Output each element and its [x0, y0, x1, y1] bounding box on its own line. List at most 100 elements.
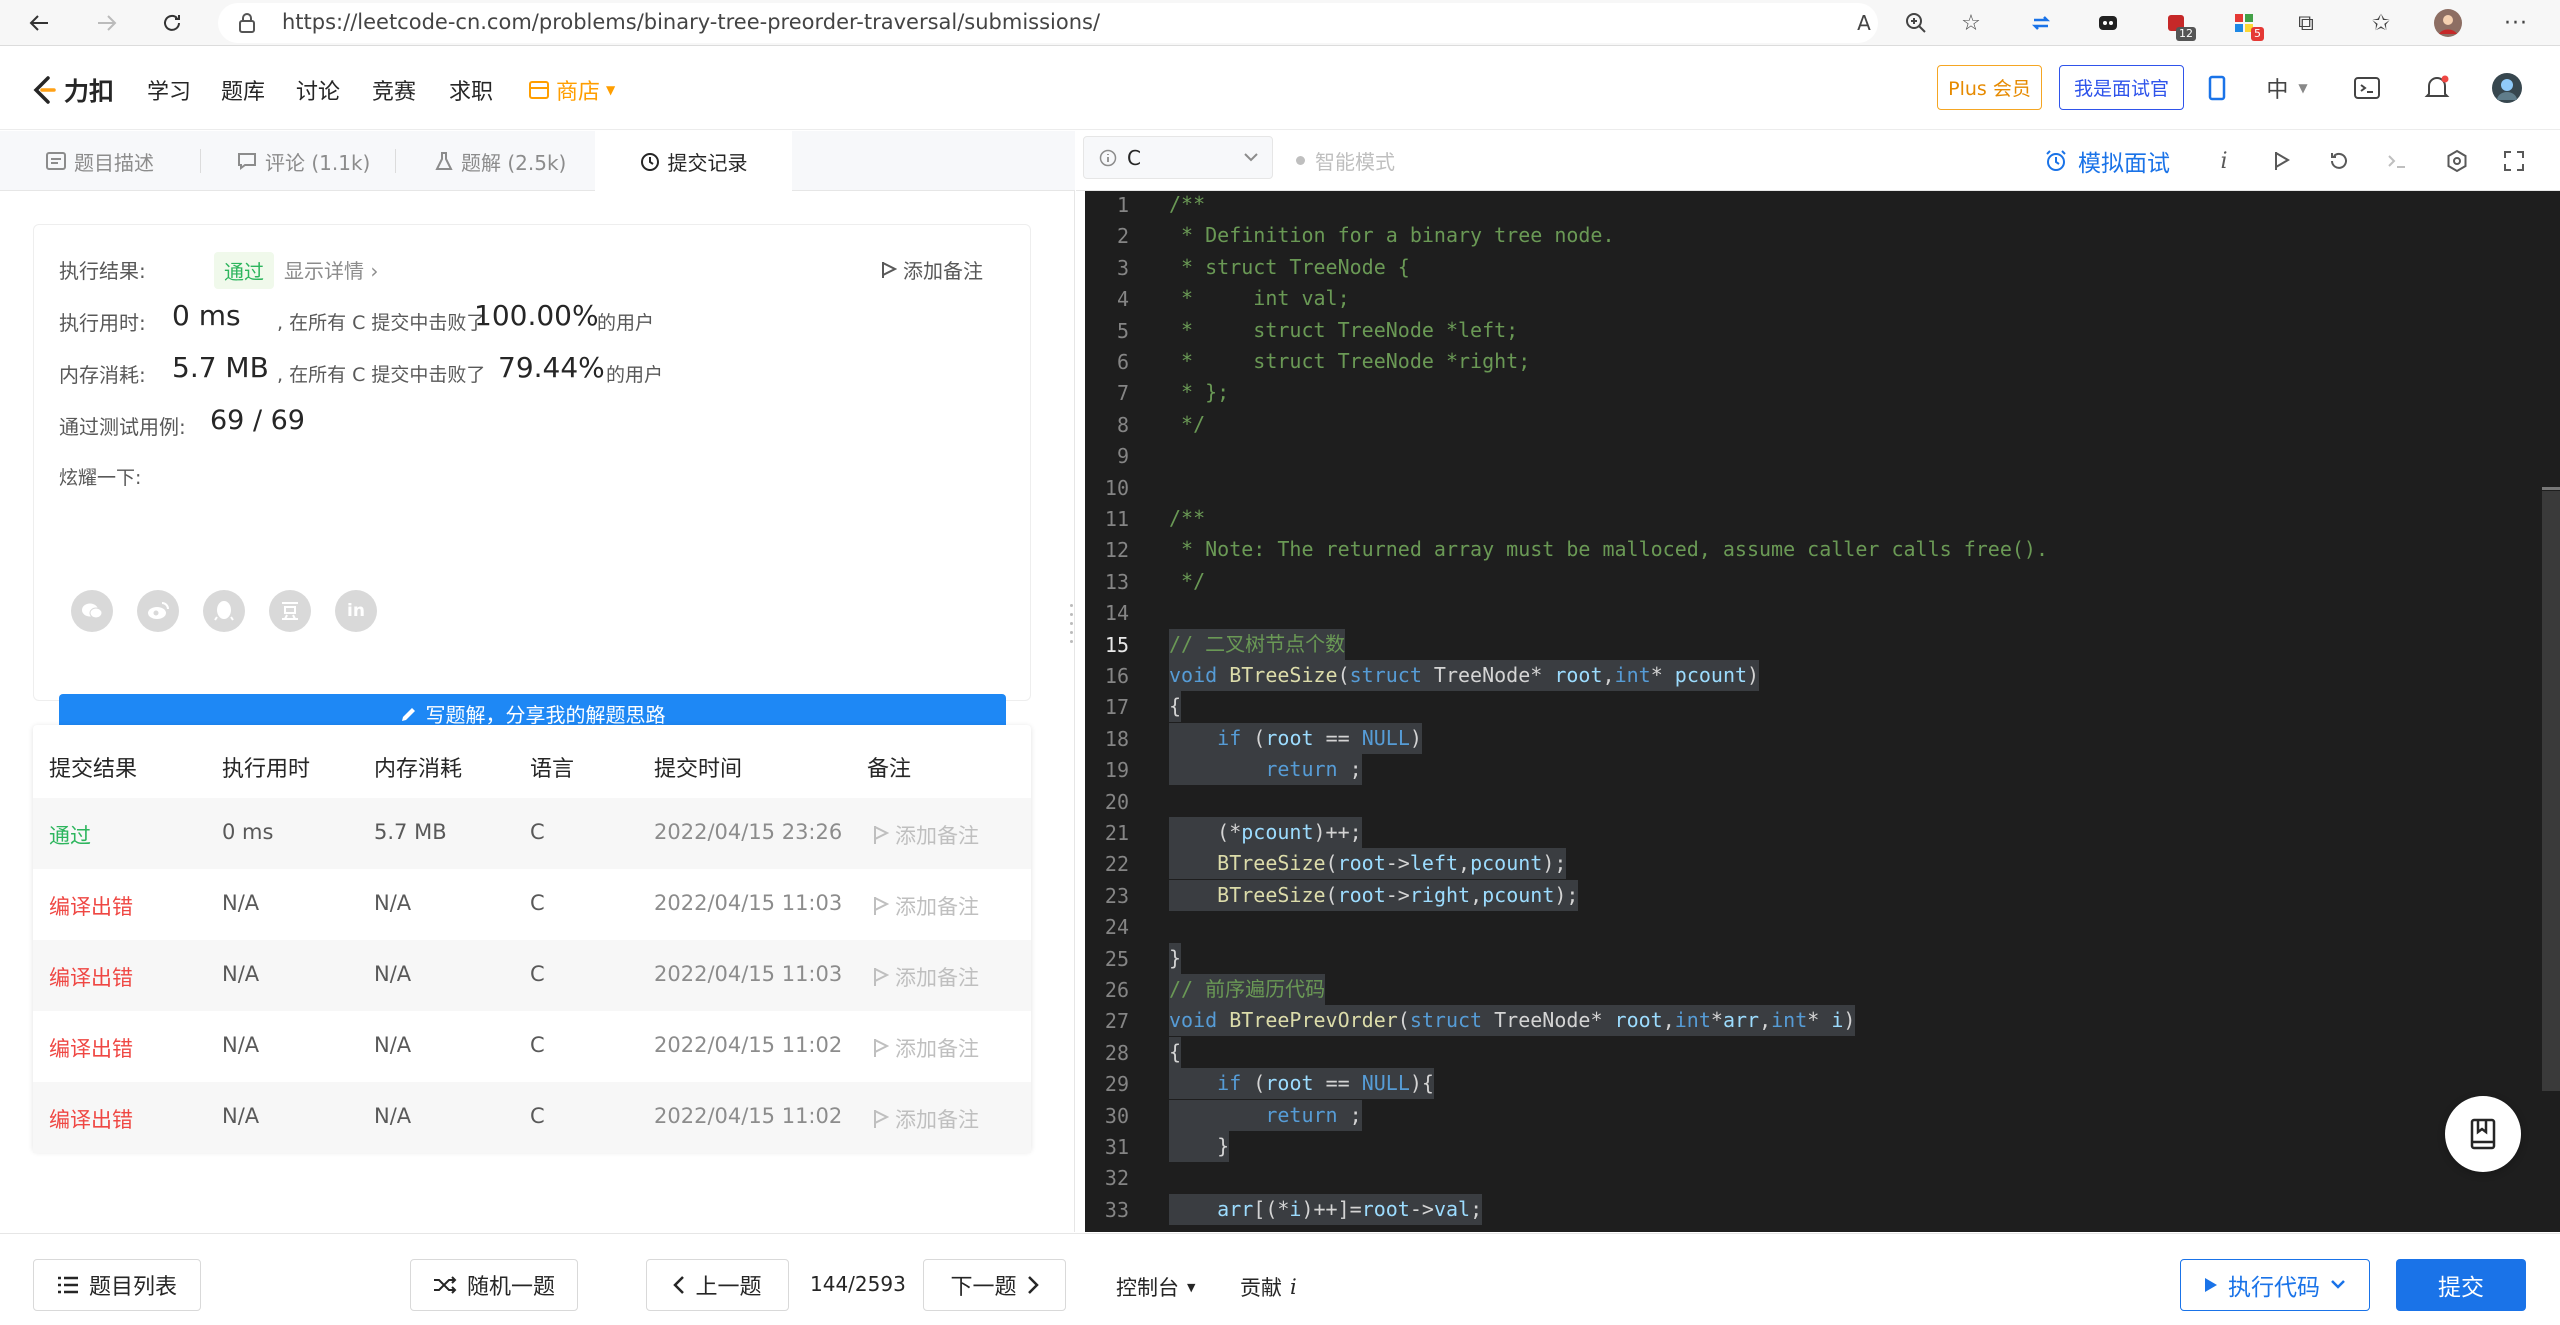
code-line[interactable]: * Definition for a binary tree node. [1169, 220, 1615, 251]
more-icon[interactable]: ··· [2500, 7, 2532, 39]
run-code-button[interactable]: 执行代码 [2180, 1259, 2370, 1311]
code-line[interactable]: { [1169, 1036, 1182, 1068]
back-icon[interactable] [22, 6, 56, 40]
profile-avatar-icon[interactable] [2432, 7, 2464, 39]
interviewer-button[interactable]: 我是面试官 [2059, 65, 2184, 110]
code-line[interactable]: /** [1169, 191, 1205, 220]
nav-discuss[interactable]: 讨论 [296, 74, 340, 106]
code-line[interactable]: * Note: The returned array must be mallo… [1169, 534, 2048, 565]
favorite-add-icon[interactable]: ☆ [1955, 7, 1987, 39]
row-status[interactable]: 编译出错 [49, 891, 133, 921]
bell-icon[interactable] [2420, 71, 2454, 105]
code-line[interactable]: * struct TreeNode *right; [1169, 346, 1530, 377]
add-note-button[interactable]: 添加备注 [881, 255, 983, 284]
logo[interactable]: 力扣 [30, 72, 114, 108]
code-line[interactable]: * struct TreeNode { [1169, 252, 1410, 283]
code-line[interactable]: return ; [1169, 1099, 1362, 1131]
language-switch[interactable]: 中 ▼ [2252, 71, 2322, 105]
code-line[interactable]: // 前序遍历代码 [1169, 974, 1326, 1005]
code-line[interactable] [1169, 786, 1181, 817]
console-toggle[interactable]: 控制台 ▼ [1116, 1272, 1195, 1302]
wechat-icon[interactable] [71, 590, 113, 632]
code-line[interactable]: */ [1169, 566, 1205, 597]
code-line[interactable]: arr[(*i)++]=root->val; [1169, 1193, 1483, 1225]
nav-problems[interactable]: 题库 [221, 74, 265, 106]
prev-problem-button[interactable]: 上一题 [646, 1259, 789, 1311]
code-line[interactable]: void BTreeSize(struct TreeNode* root,int… [1169, 660, 1760, 691]
extension-sync-icon[interactable] [2025, 7, 2057, 39]
reload-icon[interactable] [155, 6, 189, 40]
code-line[interactable]: * }; [1169, 377, 1229, 408]
table-row[interactable]: 编译出错 N/A N/A C 2022/04/15 11:03 添加备注 [33, 869, 1031, 940]
mock-interview-button[interactable]: 模拟面试 [2044, 144, 2170, 178]
code-editor[interactable]: 1 2 3 4 5 6 7 8 9 10 11 12 13 14 15 16 17 18 19 20 21 22 23 24 2… [1085, 191, 2560, 1232]
panel-resize-handle[interactable] [1068, 598, 1074, 678]
code-line[interactable] [1169, 911, 1181, 942]
row-add-note-button[interactable]: 添加备注 [873, 1104, 979, 1134]
code-line[interactable]: return ; [1169, 754, 1362, 786]
run-flag-icon[interactable] [2266, 145, 2298, 177]
row-status[interactable]: 通过 [49, 820, 91, 850]
nav-learn[interactable]: 学习 [147, 74, 191, 106]
extension-game-icon[interactable] [2092, 7, 2124, 39]
console-prompt-icon[interactable] [2381, 145, 2413, 177]
tab-description[interactable]: 题目描述 [46, 131, 154, 191]
row-status[interactable]: 编译出错 [49, 1104, 133, 1134]
nav-store[interactable]: 商店 ▼ [528, 74, 615, 106]
forward-icon[interactable] [90, 6, 124, 40]
random-problem-button[interactable]: 随机一题 [410, 1259, 578, 1311]
tab-comments[interactable]: 评论 (1.1k) [237, 131, 370, 191]
row-add-note-button[interactable]: 添加备注 [873, 820, 979, 850]
code-line[interactable]: BTreeSize(root->right,pcount); [1169, 879, 1579, 911]
row-add-note-button[interactable]: 添加备注 [873, 891, 979, 921]
code-line[interactable]: if (root == NULL){ [1169, 1068, 1434, 1100]
show-details-link[interactable]: 显示详情 › [284, 255, 378, 284]
tab-submissions[interactable]: 提交记录 [595, 131, 792, 192]
extension-red-icon[interactable]: 12 [2160, 7, 2196, 41]
code-line[interactable] [1169, 440, 1181, 471]
extension-apps-icon[interactable]: 5 [2228, 7, 2264, 41]
code-line[interactable]: * struct TreeNode *left; [1169, 315, 1518, 346]
settings-icon[interactable] [2441, 145, 2473, 177]
linkedin-icon[interactable]: in [335, 590, 377, 632]
code-line[interactable]: */ [1169, 409, 1205, 440]
code-line[interactable] [1169, 1162, 1181, 1193]
qq-icon[interactable] [203, 590, 245, 632]
plus-member-button[interactable]: Plus 会员 [1937, 65, 2042, 110]
code-line[interactable]: * int val; [1169, 283, 1350, 314]
nav-jobs[interactable]: 求职 [449, 74, 493, 106]
code-line[interactable]: /** [1169, 503, 1205, 534]
code-line[interactable]: void BTreePrevOrder(struct TreeNode* roo… [1169, 1005, 1856, 1037]
tab-solutions[interactable]: 题解 (2.5k) [435, 131, 566, 191]
nav-contest[interactable]: 竞赛 [372, 74, 416, 106]
row-add-note-button[interactable]: 添加备注 [873, 962, 979, 992]
submit-button[interactable]: 提交 [2396, 1259, 2526, 1311]
table-row[interactable]: 通过 0 ms 5.7 MB C 2022/04/15 23:26 添加备注 [33, 798, 1031, 869]
code-line[interactable] [1169, 597, 1181, 628]
table-row[interactable]: 编译出错 N/A N/A C 2022/04/15 11:02 添加备注 [33, 1082, 1031, 1153]
notebook-button[interactable] [2445, 1096, 2521, 1172]
fullscreen-icon[interactable] [2498, 145, 2530, 177]
zoom-icon[interactable] [1900, 7, 1932, 39]
favorites-icon[interactable]: ✩ [2365, 7, 2397, 39]
language-select[interactable]: C [1083, 136, 1273, 179]
row-add-note-button[interactable]: 添加备注 [873, 1033, 979, 1063]
mobile-app-icon[interactable] [2200, 71, 2234, 105]
row-status[interactable]: 编译出错 [49, 962, 133, 992]
code-line[interactable]: if (root == NULL) [1169, 722, 1422, 754]
douban-icon[interactable] [269, 590, 311, 632]
editor-scrollbar[interactable] [2542, 491, 2560, 1091]
extensions-puzzle-icon[interactable]: ⧉ [2290, 7, 2322, 39]
user-avatar[interactable] [2490, 71, 2524, 105]
problem-list-button[interactable]: 题目列表 [33, 1259, 201, 1311]
code-line[interactable]: (*pcount)++; [1169, 817, 1362, 848]
smart-mode-toggle[interactable]: 智能模式 [1296, 146, 1395, 175]
row-status[interactable]: 编译出错 [49, 1033, 133, 1063]
code-line[interactable]: } [1169, 1131, 1230, 1162]
code-line[interactable]: } [1169, 942, 1182, 974]
code-line[interactable]: // 二叉树节点个数 [1169, 628, 1346, 660]
contribute-button[interactable]: 贡献 i [1240, 1272, 1297, 1302]
info-italic-icon[interactable]: i [2208, 145, 2240, 177]
table-row[interactable]: 编译出错 N/A N/A C 2022/04/15 11:02 添加备注 [33, 1011, 1031, 1082]
code-line[interactable] [1169, 472, 1181, 503]
